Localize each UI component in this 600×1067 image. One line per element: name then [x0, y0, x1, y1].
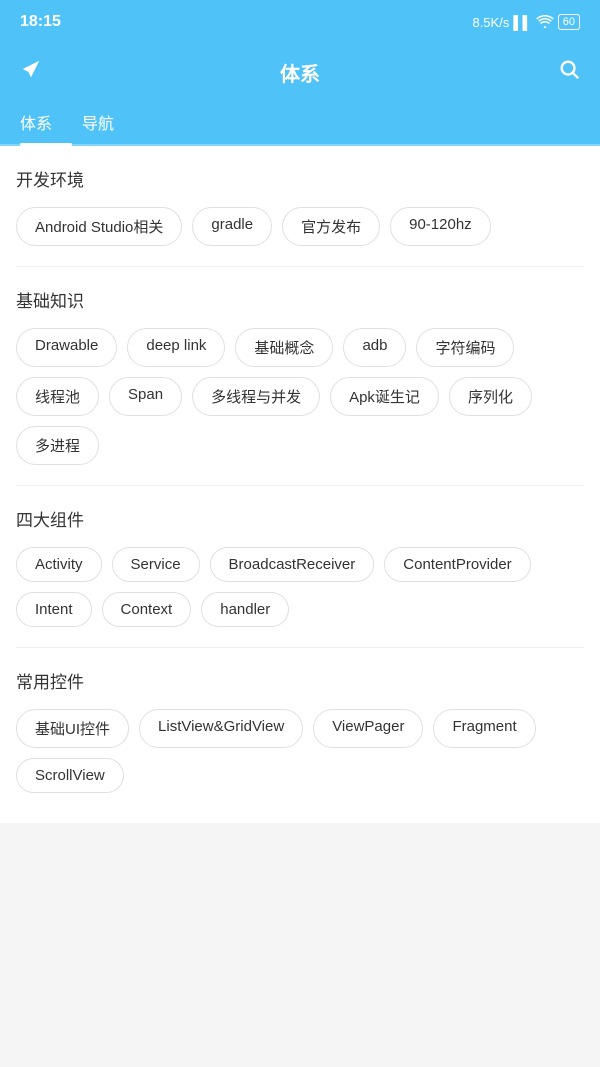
tags-four-components: Activity Service BroadcastReceiver Conte…	[16, 547, 584, 627]
section-common-controls: 常用控件 基础UI控件 ListView&GridView ViewPager …	[16, 648, 584, 803]
tag-multiprocess[interactable]: 多进程	[16, 426, 99, 465]
battery-icon: 60	[558, 14, 580, 30]
tag-basic-ui[interactable]: 基础UI控件	[16, 709, 129, 748]
tag-fragment[interactable]: Fragment	[433, 709, 535, 748]
tag-multithread[interactable]: 多线程与并发	[192, 377, 320, 416]
search-button[interactable]	[558, 58, 580, 86]
section-basics-title: 基础知识	[16, 287, 584, 312]
tag-activity[interactable]: Activity	[16, 547, 102, 582]
tab-daohang[interactable]: 导航	[82, 100, 134, 144]
tab-bar: 体系 导航	[0, 100, 600, 146]
tag-span[interactable]: Span	[109, 377, 182, 416]
back-button[interactable]	[20, 58, 42, 86]
section-common-controls-title: 常用控件	[16, 668, 584, 693]
tags-dev-env: Android Studio相关 gradle 官方发布 90-120hz	[16, 207, 584, 246]
tag-thread-pool[interactable]: 线程池	[16, 377, 99, 416]
tag-scrollview[interactable]: ScrollView	[16, 758, 124, 793]
signal-icon: ▌▌	[513, 15, 531, 30]
section-four-components: 四大组件 Activity Service BroadcastReceiver …	[16, 486, 584, 637]
tags-basics: Drawable deep link 基础概念 adb 字符编码 线程池 Spa…	[16, 328, 584, 465]
tag-adb[interactable]: adb	[343, 328, 406, 367]
tag-basic-concept[interactable]: 基础概念	[235, 328, 333, 367]
tag-listview[interactable]: ListView&GridView	[139, 709, 303, 748]
tag-official[interactable]: 官方发布	[282, 207, 380, 246]
status-bar: 18:15 8.5K/s ▌▌ 60	[0, 0, 600, 44]
page-title: 体系	[280, 58, 320, 87]
network-speed: 8.5K/s	[472, 15, 509, 30]
status-icons: 8.5K/s ▌▌ 60	[472, 14, 580, 31]
tag-service[interactable]: Service	[112, 547, 200, 582]
section-four-components-title: 四大组件	[16, 506, 584, 531]
tag-content-provider[interactable]: ContentProvider	[384, 547, 530, 582]
section-dev-env-title: 开发环境	[16, 166, 584, 191]
tag-serialize[interactable]: 序列化	[449, 377, 532, 416]
tag-android-studio[interactable]: Android Studio相关	[16, 207, 182, 246]
tag-handler[interactable]: handler	[201, 592, 289, 627]
wifi-icon	[536, 14, 554, 31]
section-dev-env: 开发环境 Android Studio相关 gradle 官方发布 90-120…	[16, 146, 584, 256]
tag-apk[interactable]: Apk诞生记	[330, 377, 439, 416]
tag-gradle[interactable]: gradle	[192, 207, 272, 246]
main-content: 开发环境 Android Studio相关 gradle 官方发布 90-120…	[0, 146, 600, 823]
tag-deeplink[interactable]: deep link	[127, 328, 225, 367]
tag-encoding[interactable]: 字符编码	[416, 328, 514, 367]
status-time: 18:15	[20, 13, 61, 31]
tag-viewpager[interactable]: ViewPager	[313, 709, 423, 748]
tag-context[interactable]: Context	[102, 592, 192, 627]
app-header: 体系	[0, 44, 600, 100]
tag-drawable[interactable]: Drawable	[16, 328, 117, 367]
tab-tixing[interactable]: 体系	[20, 100, 72, 144]
section-basics: 基础知识 Drawable deep link 基础概念 adb 字符编码 线程…	[16, 267, 584, 475]
tag-broadcast[interactable]: BroadcastReceiver	[210, 547, 375, 582]
tag-intent[interactable]: Intent	[16, 592, 92, 627]
tags-common-controls: 基础UI控件 ListView&GridView ViewPager Fragm…	[16, 709, 584, 793]
tag-90-120hz[interactable]: 90-120hz	[390, 207, 491, 246]
